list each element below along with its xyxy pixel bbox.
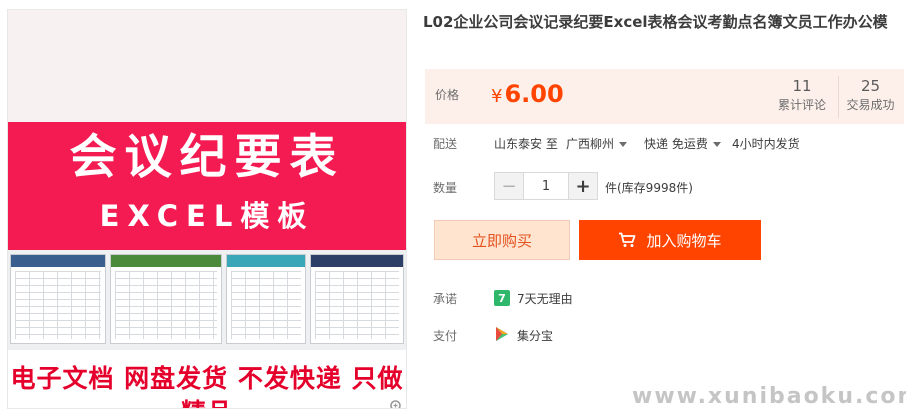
promise-text[interactable]: 7天无理由	[517, 290, 573, 307]
image-slogan: 电子文档 网盘发货 不发快递 只做精品	[10, 364, 404, 408]
product-title: L02企业公司会议记录纪要Excel表格会议考勤点名簿文员工作办公模	[423, 13, 888, 31]
ship-time: 4小时内发货	[732, 137, 800, 151]
add-to-cart-button[interactable]: 加入购物车	[579, 220, 761, 260]
sales-label: 交易成功	[846, 98, 895, 112]
chevron-down-icon	[712, 142, 721, 147]
ship-method-selector[interactable]: 快递 免运费	[644, 135, 721, 152]
payment-text: 集分宝	[517, 329, 554, 343]
sheet-preview	[226, 254, 306, 344]
cart-icon	[619, 232, 636, 247]
stock-info: 件(库存9998件)	[605, 181, 693, 195]
sales-count: 25	[860, 77, 881, 95]
sheet-preview	[10, 254, 106, 344]
product-image[interactable]: 会议纪要表 EXCEL模板 电子文档 网盘发货 不发快递 只做精品	[7, 9, 407, 409]
buy-now-button[interactable]: 立即购买	[434, 220, 570, 260]
quantity-increase-button[interactable]: +	[569, 173, 597, 199]
quantity-label: 数量	[433, 181, 458, 195]
price-label: 价格	[435, 88, 460, 102]
zoom-icon[interactable]	[389, 399, 405, 409]
sheet-preview	[110, 254, 222, 344]
quantity-input[interactable]	[523, 173, 569, 199]
reviews-stat[interactable]: 11 累计评论	[774, 76, 830, 118]
promise-label: 承诺	[433, 292, 458, 306]
ship-to-text: 广西柳州	[566, 137, 615, 151]
currency-symbol: ¥	[491, 86, 503, 107]
payment-label: 支付	[433, 329, 458, 343]
jifenbao-icon	[496, 327, 508, 341]
price-amount: 6.00	[504, 80, 564, 108]
quantity-stepper: − +	[494, 172, 598, 200]
seven-day-return-icon: 7	[494, 290, 510, 306]
shipping-label: 配送	[433, 137, 458, 151]
reviews-label: 累计评论	[777, 98, 826, 112]
ship-to-selector[interactable]: 广西柳州	[566, 135, 628, 152]
quantity-decrease-button[interactable]: −	[495, 173, 523, 199]
chevron-down-icon	[619, 142, 628, 147]
image-top-area	[8, 10, 406, 122]
price-panel: 价格 ¥6.00 11 累计评论 25 交易成功	[425, 69, 904, 124]
price-value: ¥6.00	[491, 76, 564, 115]
add-to-cart-label: 加入购物车	[646, 231, 722, 250]
reviews-count: 11	[792, 77, 812, 95]
image-spreadsheet-previews	[8, 250, 406, 350]
site-watermark: www.xunibaoku.com	[632, 384, 906, 409]
buy-now-label: 立即购买	[471, 231, 532, 250]
sheet-preview	[310, 254, 404, 344]
image-subline: EXCEL模板	[99, 199, 315, 233]
ship-from: 山东泰安 至	[494, 137, 558, 151]
image-headline: 会议纪要表	[69, 130, 345, 185]
sales-stat: 25 交易成功	[838, 76, 902, 118]
ship-method-text: 快递 免运费	[644, 137, 708, 151]
